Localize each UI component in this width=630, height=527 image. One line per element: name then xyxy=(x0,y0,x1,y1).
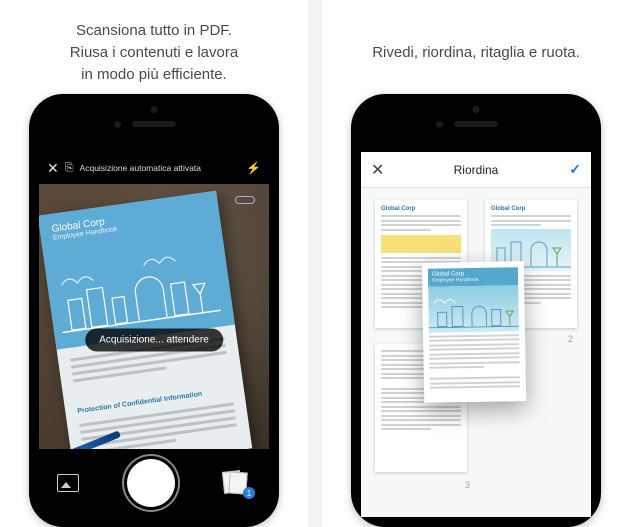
drag-subtitle: Employee Handbook xyxy=(432,276,514,283)
paperclip-decor xyxy=(235,196,255,204)
page-number-3: 3 xyxy=(465,480,470,490)
auto-capture-label: Acquisizione automatica attivata xyxy=(80,163,201,173)
camera-viewport: Global Corp Employee Handbook xyxy=(39,184,269,484)
gallery-icon[interactable] xyxy=(57,474,79,492)
page-count-badge: 1 xyxy=(243,487,255,499)
screenshot-panel-left: Scansiona tutto in PDF. Riusa i contenut… xyxy=(0,0,308,527)
reorder-topbar: ✕ Riordina ✓ xyxy=(361,152,591,188)
page-stack-icon[interactable]: 1 xyxy=(223,471,251,495)
thumb-header: Global Corp xyxy=(491,206,571,212)
phone-mockup-left: ✕ ⎘ Acquisizione automatica attivata ⚡ G… xyxy=(29,94,279,527)
close-icon[interactable]: ✕ xyxy=(47,161,59,175)
capture-toast: Acquisizione... attendere xyxy=(85,329,223,352)
phone-screen-scan: ✕ ⎘ Acquisizione automatica attivata ⚡ G… xyxy=(39,152,269,517)
phone-mockup-right: ✕ Riordina ✓ Global Corp Global Corp xyxy=(351,94,601,527)
screenshot-panel-right: Rivedi, riordina, ritaglia e ruota. ✕ Ri… xyxy=(322,0,630,527)
flash-icon[interactable]: ⚡ xyxy=(246,161,261,175)
scan-topbar: ✕ ⎘ Acquisizione automatica attivata ⚡ xyxy=(39,152,269,184)
confirm-icon[interactable]: ✓ xyxy=(569,161,581,178)
caption-left: Scansiona tutto in PDF. Riusa i contenut… xyxy=(62,18,246,88)
close-icon[interactable]: ✕ xyxy=(371,160,384,180)
reorder-title: Riordina xyxy=(454,163,499,177)
auto-capture-icon[interactable]: ⎘ xyxy=(65,162,74,175)
reorder-grid[interactable]: Global Corp Global Corp xyxy=(361,188,591,517)
thumb-header: Global Corp xyxy=(381,206,461,212)
dragging-page[interactable]: Global Corp Employee Handbook xyxy=(422,261,526,403)
scan-bottombar: 1 xyxy=(39,449,269,517)
panel-divider xyxy=(308,0,322,527)
shutter-button[interactable] xyxy=(127,459,175,507)
caption-right: Rivedi, riordina, ritaglia e ruota. xyxy=(364,18,588,88)
phone-screen-reorder: ✕ Riordina ✓ Global Corp Global Corp xyxy=(361,152,591,517)
page-number-2: 2 xyxy=(568,334,573,344)
